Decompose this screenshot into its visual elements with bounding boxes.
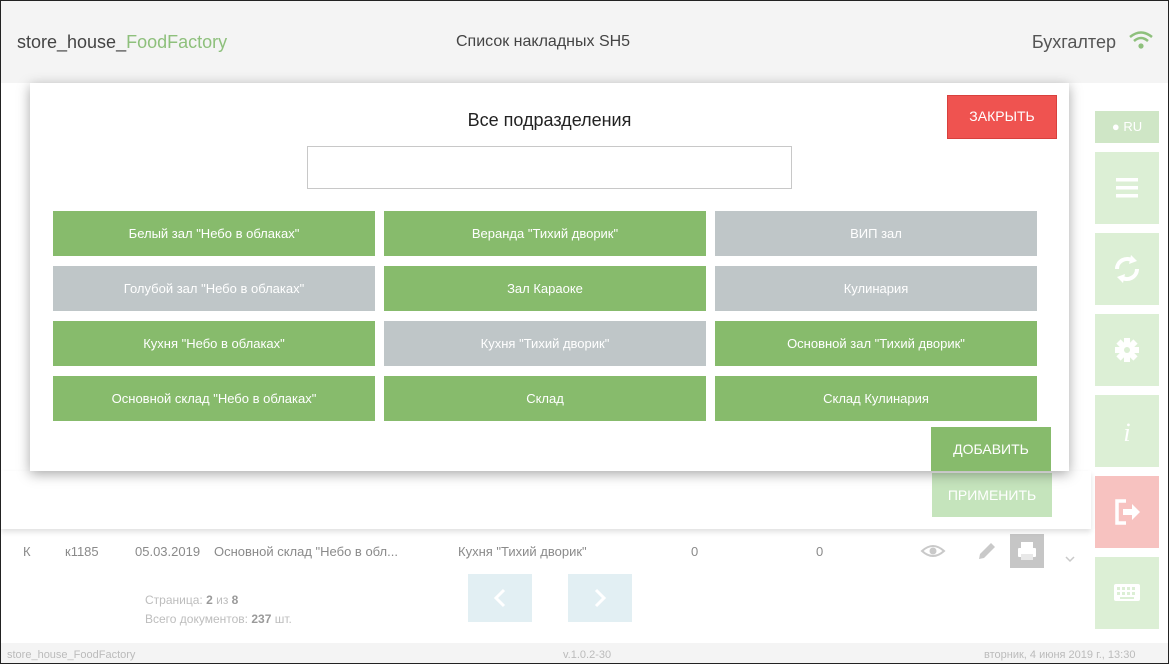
menu-icon <box>1116 178 1138 198</box>
row-date: 05.03.2019 <box>135 544 201 559</box>
user-role[interactable]: Бухгалтер <box>1032 32 1116 53</box>
logout-icon <box>1115 499 1140 525</box>
pagination-info: Страница: 2 из 8 Всего документов: 237 ш… <box>145 593 292 626</box>
info-icon: i <box>1123 418 1130 447</box>
globe-icon: ● <box>1111 119 1120 134</box>
search-input[interactable] <box>307 146 792 189</box>
department-button[interactable]: Основной зал "Тихий дворик" <box>715 321 1037 366</box>
refresh-icon <box>1115 255 1139 283</box>
row-sum2: 0 <box>816 544 824 559</box>
app-name: store_house_FoodFactory <box>17 32 228 52</box>
chevron-down-icon[interactable] <box>1057 539 1083 563</box>
row-type: К <box>23 544 31 559</box>
footer-version: v.1.0.2-30 <box>563 649 612 661</box>
department-button[interactable]: Веранда "Тихий дворик" <box>384 211 706 256</box>
language-label: RU <box>1123 119 1143 134</box>
row-sum1: 0 <box>691 544 699 559</box>
pencil-icon[interactable] <box>974 539 1000 563</box>
chevron-right-icon <box>594 588 607 608</box>
keyboard-icon <box>1114 584 1140 601</box>
settings-button[interactable] <box>1095 314 1159 386</box>
svg-text:i: i <box>1123 418 1130 447</box>
department-button[interactable]: ВИП зал <box>715 211 1037 256</box>
gear-icon <box>1115 338 1139 362</box>
next-page-button[interactable] <box>568 574 632 622</box>
row-to: Кухня "Тихий дворик" <box>458 544 587 559</box>
page-title: Список накладных SH5 <box>456 33 631 50</box>
department-button[interactable]: Склад Кулинария <box>715 376 1037 421</box>
row-number: к1185 <box>65 544 99 559</box>
footer-datetime: вторник, 4 июня 2019 г., 13:30 <box>984 649 1136 661</box>
wifi-icon <box>1129 31 1153 49</box>
menu-button[interactable] <box>1095 152 1159 224</box>
department-button[interactable]: Основной склад "Небо в облаках" <box>53 376 375 421</box>
add-button[interactable]: ДОБАВИТЬ <box>931 427 1051 471</box>
close-button[interactable]: ЗАКРЫТЬ <box>947 95 1057 139</box>
department-button[interactable]: Зал Караоке <box>384 266 706 311</box>
departments-dialog: Все подразделения ЗАКРЫТЬ Белый зал "Неб… <box>30 83 1069 471</box>
table-row[interactable]: К к1185 05.03.2019 Основной склад "Небо … <box>1 531 1091 571</box>
department-button[interactable]: Склад <box>384 376 706 421</box>
eye-icon[interactable] <box>920 539 946 563</box>
app-window: store_house_FoodFactory Список накладных… <box>0 0 1169 664</box>
logout-button[interactable] <box>1095 476 1159 548</box>
refresh-button[interactable] <box>1095 233 1159 305</box>
department-button[interactable]: Кухня "Небо в облаках" <box>53 321 375 366</box>
department-button[interactable]: Кухня "Тихий дворик" <box>384 321 706 366</box>
department-button[interactable]: Кулинария <box>715 266 1037 311</box>
keyboard-button[interactable] <box>1095 557 1159 629</box>
row-from: Основной склад "Небо в обл... <box>214 544 398 559</box>
top-bar: store_house_FoodFactory Список накладных… <box>1 1 1168 83</box>
prev-page-button[interactable] <box>468 574 532 622</box>
department-button[interactable]: Белый зал "Небо в облаках" <box>53 211 375 256</box>
dialog-footer <box>1 471 1091 529</box>
footer-app-name: store_house_FoodFactory <box>7 649 136 661</box>
print-icon <box>1018 542 1036 560</box>
dialog-title: Все подразделения <box>467 110 632 130</box>
info-button[interactable]: i <box>1095 395 1159 467</box>
status-bar: store_house_FoodFactory v.1.0.2-30 вторн… <box>1 643 1168 663</box>
apply-button[interactable]: ПРИМЕНИТЬ <box>932 473 1052 517</box>
print-button[interactable] <box>1010 534 1044 568</box>
language-button[interactable]: ● RU <box>1095 111 1159 143</box>
chevron-left-icon <box>493 588 506 608</box>
department-button[interactable]: Голубой зал "Небо в облаках" <box>53 266 375 311</box>
